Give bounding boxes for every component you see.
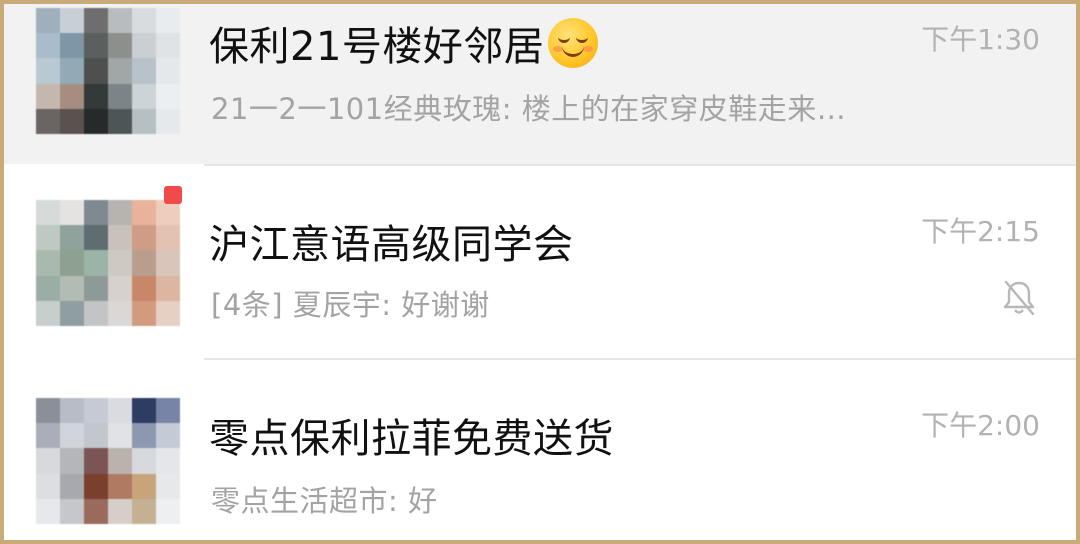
- bell-muted-icon: [1003, 280, 1035, 316]
- chat-title: 沪江意语高级同学会: [209, 222, 574, 268]
- chat-list: 保利21号楼好邻居 21一2一101经典玫瑰: 楼上的在家穿皮鞋走来… 下午1:…: [4, 4, 1076, 540]
- chat-title: 零点保利拉菲免费送货: [209, 416, 614, 462]
- group-avatar-icon[interactable]: [36, 398, 180, 524]
- chat-title-text: 保利21号楼好邻居: [209, 24, 545, 70]
- chat-time: 下午2:00: [921, 409, 1040, 442]
- unread-dot: [164, 186, 182, 204]
- relieved-face-emoji-icon: [548, 18, 599, 68]
- chat-row[interactable]: 零点保利拉菲免费送货 零点生活超市: 好 下午2:00: [4, 360, 1076, 540]
- group-avatar-icon[interactable]: [36, 8, 180, 134]
- group-avatar-icon[interactable]: [36, 200, 180, 326]
- chat-row[interactable]: 保利21号楼好邻居 21一2一101经典玫瑰: 楼上的在家穿皮鞋走来… 下午1:…: [4, 4, 1076, 164]
- chat-preview: 零点生活超市: 好: [211, 484, 438, 518]
- chat-title: 保利21号楼好邻居: [209, 14, 599, 72]
- chat-row[interactable]: 沪江意语高级同学会 [4条] 夏辰宇: 好谢谢 下午2:15: [4, 166, 1076, 356]
- chat-preview: [4条] 夏辰宇: 好谢谢: [211, 288, 490, 322]
- chat-time: 下午2:15: [921, 215, 1040, 248]
- chat-preview: 21一2一101经典玫瑰: 楼上的在家穿皮鞋走来…: [211, 92, 847, 126]
- chat-time: 下午1:30: [921, 23, 1040, 56]
